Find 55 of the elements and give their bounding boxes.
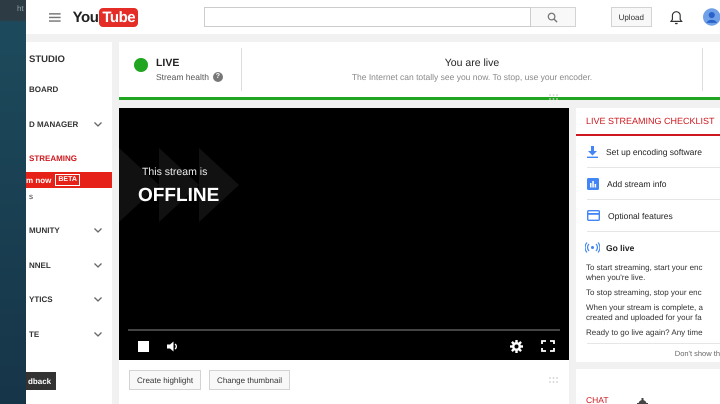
offline-title: OFFLINE bbox=[138, 185, 220, 207]
instruction-text: when you're live. bbox=[586, 273, 646, 283]
chevron-icon bbox=[94, 332, 102, 336]
sidebar-item[interactable]: YTICS bbox=[26, 295, 112, 330]
sidebar-item[interactable]: STUDIO bbox=[26, 54, 112, 85]
address-text: ht bbox=[17, 4, 24, 13]
sidebar-item[interactable]: TE bbox=[26, 330, 112, 364]
checklist-step[interactable]: Set up encoding software bbox=[587, 136, 720, 168]
sidebar-item[interactable]: NNEL bbox=[26, 260, 112, 295]
offline-caption: This stream is bbox=[142, 166, 208, 178]
chevron-icon bbox=[94, 228, 102, 233]
avatar-icon[interactable] bbox=[702, 8, 720, 26]
instruction-text: To start streaming, start your enc bbox=[586, 263, 704, 273]
instruction-text: When your stream is complete, a bbox=[586, 303, 704, 313]
sidebar-item-label: m now bbox=[26, 176, 52, 184]
feedback-button[interactable]: dback bbox=[26, 372, 56, 390]
broadcast-icon bbox=[585, 242, 600, 253]
video-player[interactable]: This stream is OFFLINE bbox=[119, 108, 569, 360]
stop-icon[interactable] bbox=[138, 340, 149, 352]
drag-handle-icon[interactable] bbox=[549, 94, 558, 100]
fullscreen-icon[interactable] bbox=[541, 340, 555, 352]
volume-icon[interactable] bbox=[167, 340, 179, 352]
chevron-icon bbox=[94, 297, 102, 302]
chat-title: CHAT bbox=[586, 396, 609, 404]
message-text: The Internet can totally see you now. To stop, use your encoder. bbox=[352, 72, 592, 82]
sidebar-item[interactable]: D MANAGER bbox=[26, 120, 112, 154]
card-icon bbox=[587, 210, 600, 221]
settings-icon[interactable] bbox=[636, 398, 648, 404]
checklist-step[interactable]: Go live bbox=[585, 232, 720, 263]
chevron-icon bbox=[94, 122, 102, 126]
chevron-icon bbox=[94, 262, 102, 268]
action-button[interactable]: Create highlight bbox=[129, 370, 202, 390]
menu-icon[interactable] bbox=[49, 12, 61, 22]
upload-button[interactable]: Upload bbox=[610, 7, 652, 27]
settings-icon[interactable] bbox=[510, 340, 523, 352]
action-button[interactable]: Change thumbnail bbox=[209, 370, 290, 390]
bar-chart-icon bbox=[587, 178, 599, 190]
sidebar-item[interactable]: BOARD bbox=[26, 85, 112, 120]
instruction-text: To stop streaming, stop your enc bbox=[586, 288, 703, 298]
status-title: LIVE bbox=[156, 57, 180, 69]
message-title: You are live bbox=[444, 57, 500, 69]
stream-health-label: Stream health bbox=[156, 72, 209, 82]
checklist-step[interactable]: Add stream info bbox=[587, 168, 720, 200]
instruction-text: Ready to go live again? Any time bbox=[586, 328, 704, 338]
checklist-title: LIVE STREAMING CHECKLIST bbox=[576, 108, 720, 136]
bell-icon[interactable] bbox=[670, 10, 683, 24]
search-icon bbox=[547, 12, 558, 22]
checklist-step[interactable]: Optional features bbox=[587, 200, 720, 232]
instruction-text: created and uploaded for your fa bbox=[586, 313, 703, 323]
sidebar-item[interactable]: MUNITY bbox=[26, 226, 112, 260]
search-field[interactable] bbox=[204, 7, 531, 27]
drag-handle-icon[interactable] bbox=[549, 377, 558, 383]
download-icon bbox=[587, 146, 598, 158]
search-button[interactable] bbox=[530, 7, 576, 27]
sidebar-item[interactable]: s bbox=[26, 190, 112, 226]
